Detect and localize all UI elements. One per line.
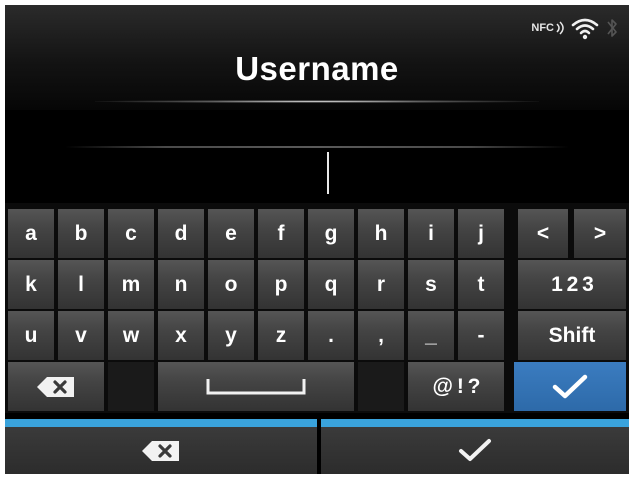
bluetooth-icon: [607, 19, 617, 37]
key-c[interactable]: c: [108, 209, 154, 258]
key-p[interactable]: p: [258, 260, 304, 309]
backspace-icon: [142, 440, 179, 461]
key-r[interactable]: r: [358, 260, 404, 309]
status-icons: NFC: [531, 15, 619, 41]
cursor-right-key[interactable]: >: [574, 209, 626, 258]
symbols-key[interactable]: @ ! ?: [408, 362, 504, 411]
key-f[interactable]: f: [258, 209, 304, 258]
space-icon: [206, 378, 306, 394]
bottom-action-bar: [5, 419, 629, 474]
key-v[interactable]: v: [58, 311, 104, 360]
empty-key: [358, 362, 404, 411]
key-a[interactable]: a: [8, 209, 54, 258]
key-w[interactable]: w: [108, 311, 154, 360]
confirm-button[interactable]: [321, 419, 629, 474]
on-screen-keyboard: a b c d e f g h i j < > k l m n o p q r …: [5, 203, 629, 413]
text-cursor: [327, 152, 329, 194]
empty-key: [108, 362, 154, 411]
cursor-left-key[interactable]: <: [518, 209, 568, 258]
backspace-key[interactable]: [8, 362, 104, 411]
key-g[interactable]: g: [308, 209, 354, 258]
checkmark-icon: [459, 438, 491, 461]
checkmark-icon: [552, 374, 588, 398]
key-u[interactable]: u: [8, 311, 54, 360]
wifi-icon: [571, 18, 599, 40]
key-hyphen[interactable]: -: [458, 311, 504, 360]
key-n[interactable]: n: [158, 260, 204, 309]
key-t[interactable]: t: [458, 260, 504, 309]
space-key[interactable]: [158, 362, 354, 411]
key-z[interactable]: z: [258, 311, 304, 360]
key-d[interactable]: d: [158, 209, 204, 258]
key-y[interactable]: y: [208, 311, 254, 360]
key-comma[interactable]: ,: [358, 311, 404, 360]
header-divider: [95, 100, 539, 103]
key-l[interactable]: l: [58, 260, 104, 309]
key-k[interactable]: k: [8, 260, 54, 309]
input-underline: [65, 146, 569, 148]
header: NFC Username: [5, 5, 629, 110]
shift-key[interactable]: Shift: [518, 311, 626, 360]
enter-key[interactable]: [514, 362, 626, 411]
key-b[interactable]: b: [58, 209, 104, 258]
key-j[interactable]: j: [458, 209, 504, 258]
key-underscore[interactable]: _: [408, 311, 454, 360]
nfc-icon: NFC: [531, 21, 565, 35]
key-i[interactable]: i: [408, 209, 454, 258]
numbers-key[interactable]: 1 2 3: [518, 260, 626, 309]
accent-stripe: [321, 419, 629, 427]
key-o[interactable]: o: [208, 260, 254, 309]
key-h[interactable]: h: [358, 209, 404, 258]
key-period[interactable]: .: [308, 311, 354, 360]
key-e[interactable]: e: [208, 209, 254, 258]
display-screen: NFC Username a b c d e f g h i j < > k l…: [5, 5, 629, 474]
key-q[interactable]: q: [308, 260, 354, 309]
backspace-icon: [37, 376, 74, 397]
delete-button[interactable]: [5, 419, 317, 474]
key-s[interactable]: s: [408, 260, 454, 309]
nfc-label: NFC: [531, 22, 554, 34]
key-m[interactable]: m: [108, 260, 154, 309]
key-x[interactable]: x: [158, 311, 204, 360]
username-input[interactable]: [5, 110, 629, 200]
page-title: Username: [235, 50, 399, 87]
accent-stripe: [5, 419, 317, 427]
